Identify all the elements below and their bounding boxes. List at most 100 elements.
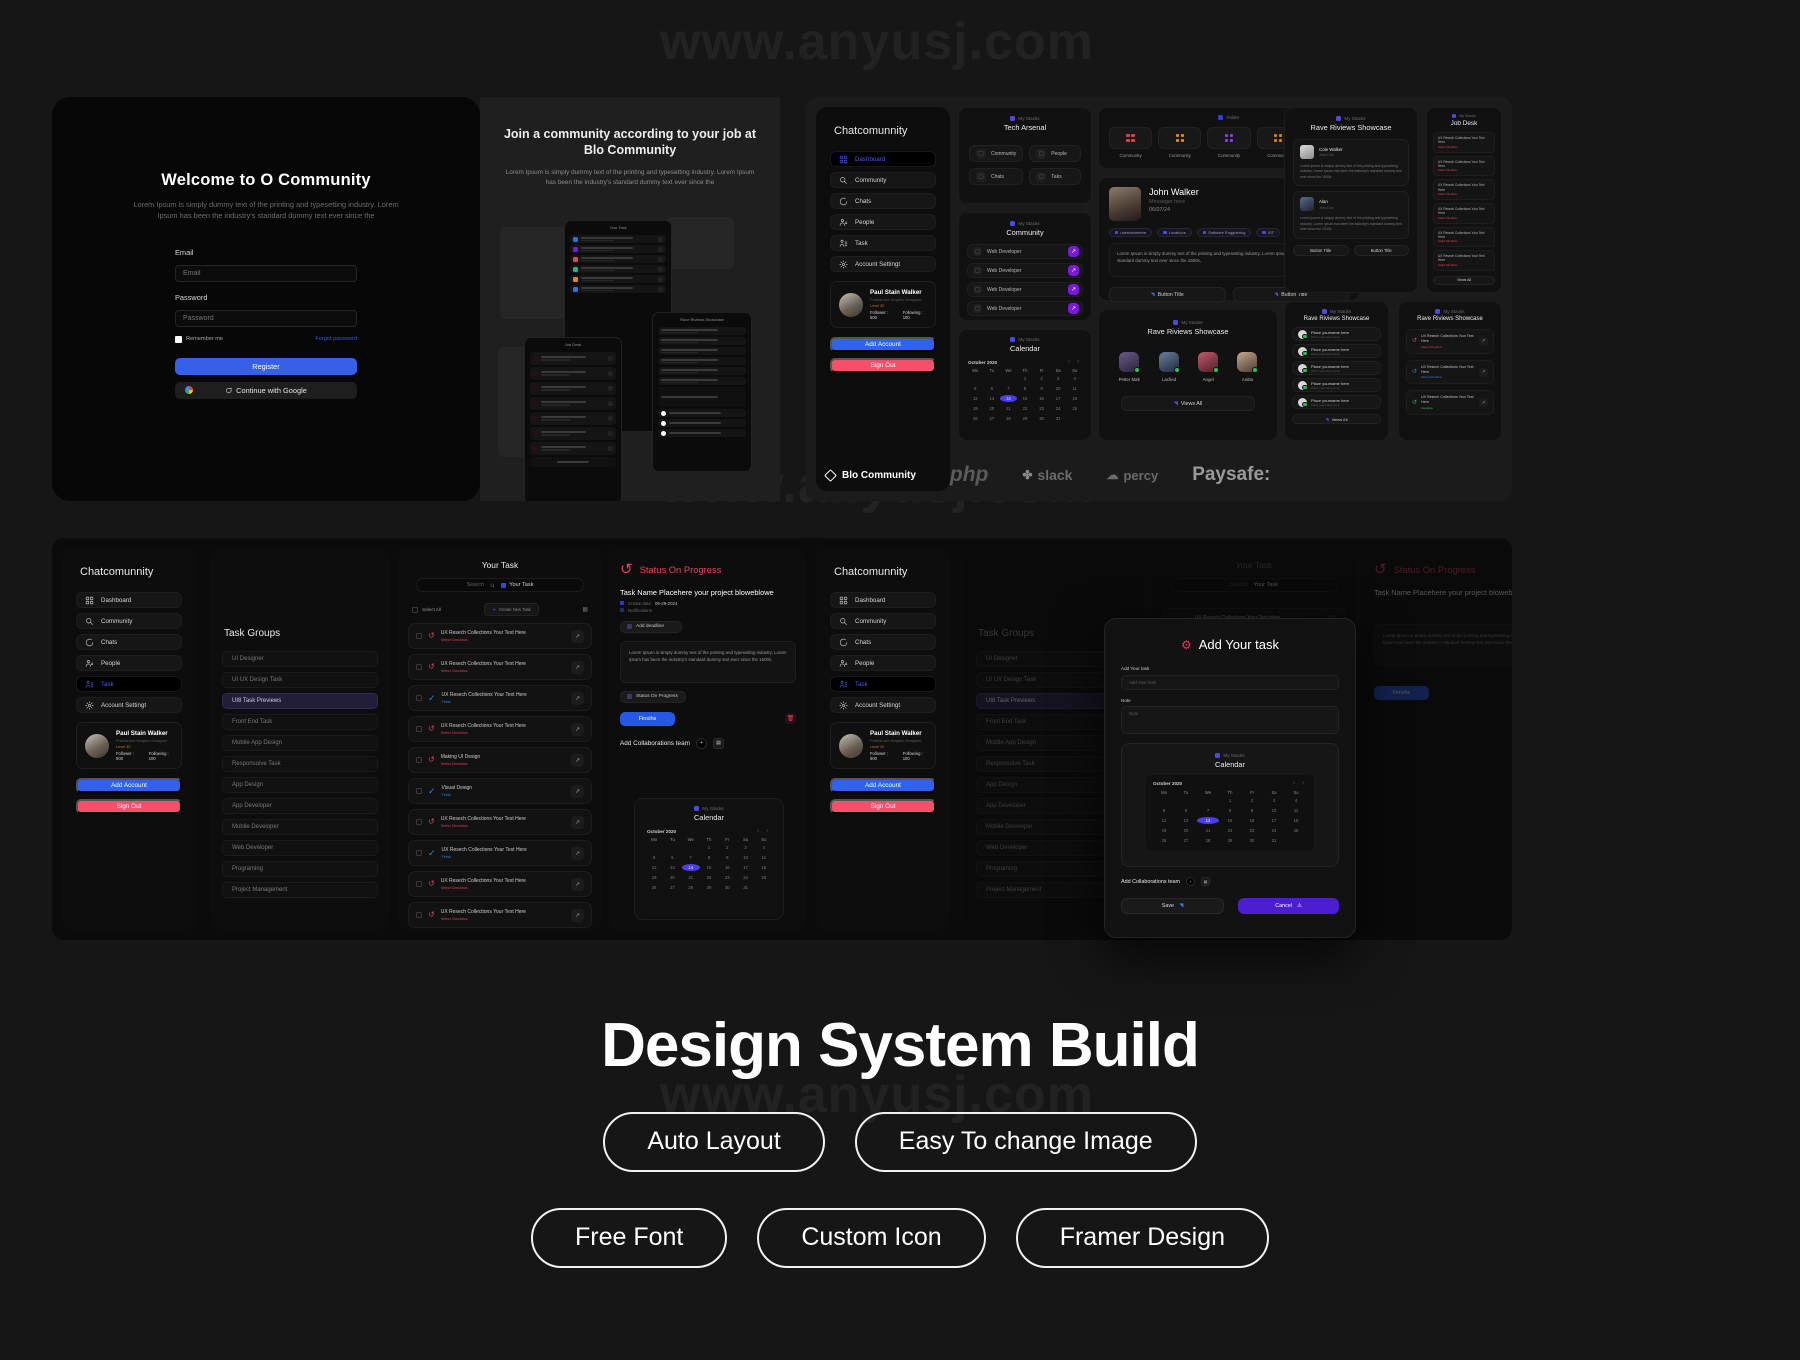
task-search-bar[interactable]: Search Your Task [416,578,584,592]
sign-out-button-2[interactable]: Sign Out [830,799,936,814]
task-row[interactable]: ↺ UX Resech Collections Your Text Here Sel… [408,809,592,835]
sidebar-item-community[interactable]: Community [830,613,936,629]
message-chip[interactable]: Software Enggnering [1196,228,1252,237]
calendar-day[interactable]: 30 [1033,415,1050,422]
tech-tile[interactable]: ▢ Community [969,145,1024,162]
calendar-day[interactable]: 2 [1033,375,1050,382]
task-checkbox[interactable] [416,881,422,887]
select-all-checkbox[interactable] [412,606,418,613]
sidebar-item-people[interactable]: People [830,655,936,671]
calendar-day[interactable]: 22 [700,874,718,881]
calendar-day[interactable]: 5 [1153,807,1175,814]
calendar-day[interactable]: 12 [1153,817,1175,824]
job-desk-row[interactable]: UX Resech Collections Your Text Here Sele… [1433,155,1495,177]
feature-pill[interactable]: Free Font [530,1208,728,1268]
task-group-item[interactable]: Programing [222,861,378,877]
calendar-day[interactable]: 7 [1197,807,1219,814]
rave-views-all-button[interactable]: ◥ Views All [1121,396,1255,411]
calendar-day[interactable]: 3 [736,844,754,851]
calendar-day[interactable]: 6 [984,385,1001,392]
sidebar-item-people[interactable]: People [76,655,182,671]
open-arrow-button[interactable]: ↗ [571,660,584,674]
job-status-row[interactable]: ↺ UX Resech Collections Your Text Here Sel… [1406,359,1494,385]
calendar-day[interactable]: 27 [984,415,1001,422]
tech-tile[interactable]: ▢ Taks [1029,168,1081,185]
remember-me-row[interactable]: Remember me [175,335,223,343]
calendar-day[interactable]: 31 [1263,837,1285,844]
calendar-day[interactable]: 9 [1033,385,1050,392]
community-row[interactable]: ▢ Web Developer ↗ [967,282,1083,297]
open-arrow-button[interactable]: ↗ [571,908,584,922]
sign-out-button[interactable]: Sign Out [830,358,936,373]
feature-pill[interactable]: Auto Layout [603,1112,825,1172]
task-row[interactable]: ↺ UX Resech Collections Your Text Here Sel… [408,623,592,649]
task-row[interactable]: ✓ UX Resech Collections Your Text Here Fin… [408,840,592,866]
calendar-day[interactable]: 18 [755,864,773,871]
tech-tile[interactable]: ▢ Chats [969,168,1024,185]
calendar-day[interactable]: 12 [967,395,984,402]
message-button-1[interactable]: ◥ Button Title [1109,287,1226,302]
calendar-day[interactable]: 15 [700,864,718,871]
calendar-day[interactable]: 7 [682,854,700,861]
task-checkbox[interactable] [416,695,422,701]
calendar-day[interactable]: 29 [700,884,718,891]
task-group-item[interactable]: App Developer [222,798,378,814]
calendar-day[interactable]: 14 [1197,817,1219,824]
task-group-item[interactable]: UI UX Design Task [222,672,378,688]
calendar-day[interactable]: 22 [1017,405,1034,412]
calendar-day[interactable]: 20 [663,874,681,881]
task-group-item[interactable]: Mobile App Design [222,735,378,751]
task-group-item[interactable]: Responsoive Task [222,756,378,772]
calendar-day[interactable]: 9 [1241,807,1263,814]
attach-icon[interactable]: ▤ [1201,877,1211,886]
task-checkbox[interactable] [416,633,422,639]
task-group-item[interactable]: Web Developer [222,840,378,856]
sidebar-item-account-settingt[interactable]: Account Settingt [830,697,936,713]
calendar-day[interactable]: 7 [1000,385,1017,392]
calendar-day[interactable]: 10 [1050,385,1067,392]
task-row[interactable]: ↺ UX Resech Collections Your Text Here Sel… [408,902,592,928]
calendar-day[interactable]: 4 [1285,797,1307,804]
open-arrow-button[interactable]: ↗ [571,877,584,891]
community-row[interactable]: ▢ Web Developer ↗ [967,263,1083,278]
calendar-day[interactable]: 3 [1050,375,1067,382]
message-chip[interactable]: usernamehere [1109,228,1153,237]
task-checkbox[interactable] [416,912,422,918]
calendar-day[interactable]: 17 [1263,817,1285,824]
calendar-day[interactable]: 16 [1033,395,1050,402]
task-checkbox[interactable] [416,788,422,794]
calendar-day[interactable]: 25 [1066,405,1083,412]
sidebar-item-chats[interactable]: Chats [830,193,936,209]
calendar-day[interactable]: 5 [967,385,984,392]
modal-task-input[interactable]: Add Your task [1121,675,1339,690]
calendar-day[interactable]: 14 [1000,395,1017,402]
task-group-item[interactable]: App Design [222,777,378,793]
calendar-day[interactable]: 10 [736,854,754,861]
rave-list-row[interactable]: Place yourname here Place yourname here [1292,327,1381,341]
calendar-nav-arrows[interactable]: ‹ › [757,828,771,834]
job-desk-views-all[interactable]: Views All [1433,275,1495,285]
calendar-day[interactable]: 21 [682,874,700,881]
calendar-day[interactable]: 22 [1219,827,1241,834]
sidebar-item-task[interactable]: Task [830,235,936,251]
remember-checkbox[interactable] [175,335,182,343]
calendar-day[interactable]: 4 [755,844,773,851]
job-desk-row[interactable]: UX Resech Collections Your Text Here Sele… [1433,202,1495,224]
folder-tile[interactable]: Community [1109,127,1153,158]
rave-list-row[interactable]: Place yourname here Place yourname here [1292,378,1381,392]
open-arrow-button[interactable]: ↗ [571,753,584,767]
job-status-row[interactable]: ↺ UX Resech Collections Your Text Here Com… [1406,390,1494,416]
calendar-day[interactable]: 11 [755,854,773,861]
folder-tile[interactable]: Community [1207,127,1251,158]
task-group-item[interactable]: UI Designer [222,651,378,667]
sidebar-item-task[interactable]: Task [76,676,182,692]
calendar-day[interactable]: 26 [1153,837,1175,844]
task-checkbox[interactable] [416,850,422,856]
task-row[interactable]: ↺ Making UI Design Select Checkbox ↗ [408,747,592,773]
open-arrow-button[interactable]: ↗ [571,784,584,798]
open-arrow-button[interactable]: ↗ [1068,284,1079,295]
task-row[interactable]: ↺ UX Resech Collections Your Text Here Sel… [408,716,592,742]
rave-list-row[interactable]: Place yourname here Place yourname here [1292,361,1381,375]
create-new-task-button[interactable]: ✛ Create New Task [484,603,539,616]
calendar-day[interactable]: 29 [1219,837,1241,844]
